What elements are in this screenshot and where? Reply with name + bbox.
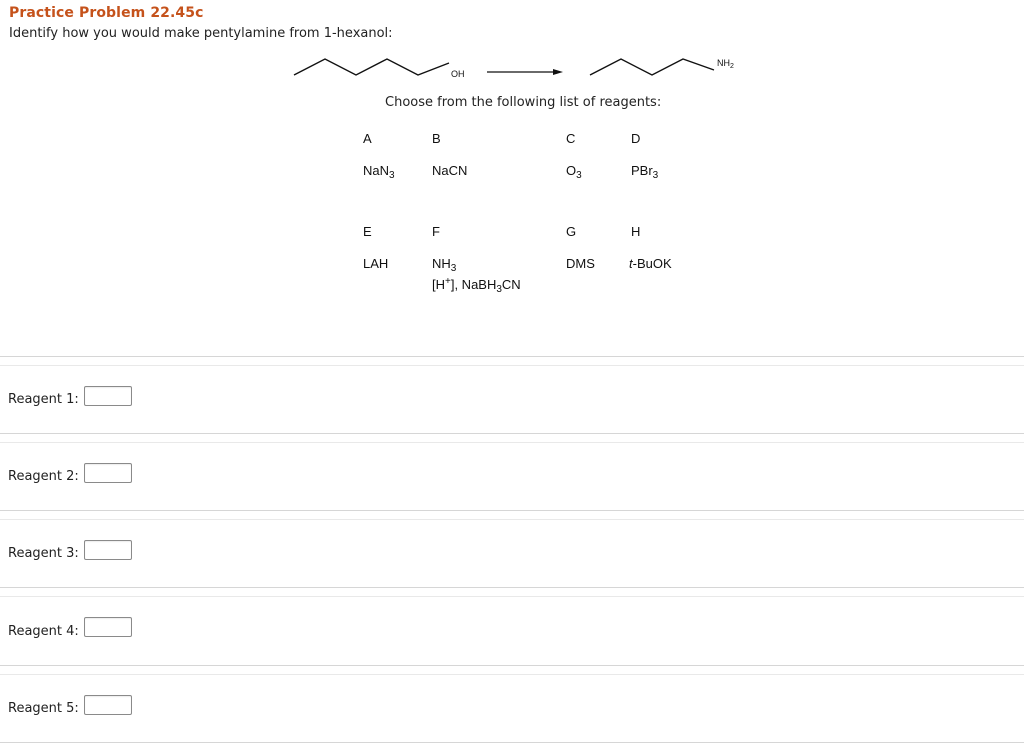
hexanol-skeleton — [293, 58, 450, 76]
divider — [0, 596, 1024, 597]
reagent-letter-f: F — [432, 224, 440, 239]
reagent-letter-c: C — [566, 131, 576, 146]
reagent-letter-g: G — [566, 224, 577, 239]
pentylamine-skeleton — [589, 58, 715, 76]
reagent-e-lah: LAH — [363, 256, 389, 271]
reagent-3-label: Reagent 3: — [8, 546, 79, 561]
divider — [0, 433, 1024, 434]
reagent-f-nabh3cn: [H+], NaBH3CN — [432, 276, 521, 295]
reagent-g-dms: DMS — [566, 256, 595, 271]
reagent-3-input[interactable] — [84, 540, 132, 560]
reaction-arrow-head — [553, 69, 563, 75]
reagent-5-input[interactable] — [84, 695, 132, 715]
reagent-2-input[interactable] — [84, 463, 132, 483]
reagent-h-tbuok: t-BuOK — [629, 256, 672, 271]
divider — [0, 742, 1024, 743]
reagent-5-label: Reagent 5: — [8, 701, 79, 716]
reagent-letter-b: B — [432, 131, 441, 146]
reagent-4-input[interactable] — [84, 617, 132, 637]
reagent-b-nacn: NaCN — [432, 163, 468, 178]
reagent-4-label: Reagent 4: — [8, 624, 79, 639]
hydroxyl-label: OH — [451, 69, 465, 79]
reagent-letter-a: A — [363, 131, 372, 146]
reagent-f-nh3: NH3 — [432, 256, 457, 274]
reagent-1-label: Reagent 1: — [8, 392, 79, 407]
reagent-letter-e: E — [363, 224, 372, 239]
reagent-2-label: Reagent 2: — [8, 469, 79, 484]
reaction-scheme: OH NH2 — [293, 58, 734, 79]
reagent-d-pbr3: PBr3 — [631, 163, 659, 181]
reagent-list-instruction: Choose from the following list of reagen… — [385, 95, 662, 110]
divider — [0, 587, 1024, 588]
divider — [0, 442, 1024, 443]
reagent-letter-h: H — [631, 224, 641, 239]
divider — [0, 356, 1024, 357]
amine-label: NH2 — [717, 58, 734, 70]
reagent-1-input[interactable] — [84, 386, 132, 406]
reagent-c-o3: O3 — [566, 163, 582, 181]
reagent-a-nan3: NaN3 — [363, 163, 395, 181]
divider — [0, 519, 1024, 520]
divider — [0, 665, 1024, 666]
divider — [0, 674, 1024, 675]
reagent-letter-d: D — [631, 131, 641, 146]
divider — [0, 365, 1024, 366]
divider — [0, 510, 1024, 511]
